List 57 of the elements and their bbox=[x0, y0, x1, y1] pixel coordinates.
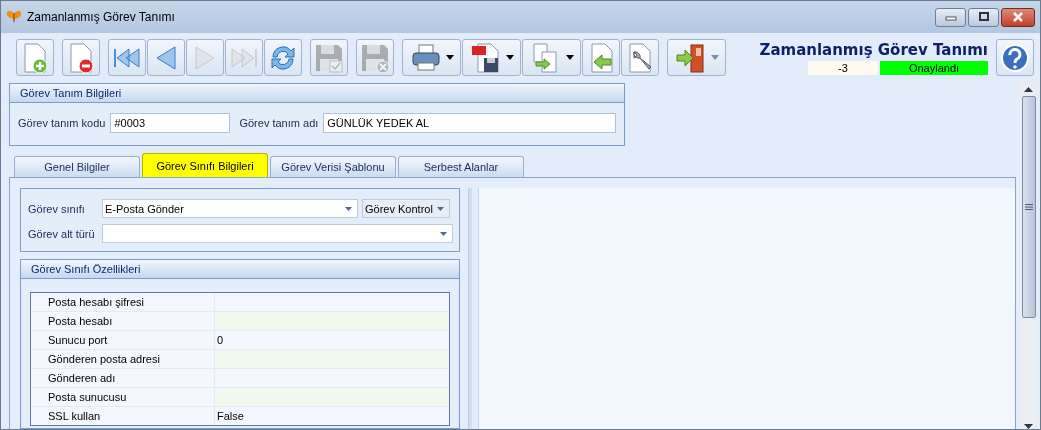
toolbar-button[interactable] bbox=[402, 39, 461, 76]
caret-icon bbox=[440, 231, 447, 236]
printer-icon bbox=[409, 41, 442, 74]
form-title: Zamanlanmış Görev Tanımı bbox=[759, 40, 988, 59]
class-dropdown[interactable]: E-Posta Gönder bbox=[102, 199, 358, 218]
caret-icon bbox=[437, 206, 444, 211]
close-icon bbox=[1012, 12, 1024, 22]
caret-icon bbox=[345, 206, 352, 211]
splitter-handle[interactable] bbox=[468, 188, 472, 429]
toolbar-button[interactable] bbox=[62, 39, 100, 76]
empty-value-cell[interactable] bbox=[215, 350, 449, 368]
status-badge: Onaylandı bbox=[880, 60, 988, 75]
subtype-dropdown[interactable] bbox=[102, 224, 453, 243]
caret-icon bbox=[445, 55, 454, 60]
maximize-icon bbox=[977, 12, 990, 22]
empty-value-cell[interactable] bbox=[215, 312, 449, 330]
property-name: Gönderen adı bbox=[31, 369, 215, 387]
caret-icon bbox=[505, 55, 514, 60]
empty-value-cell[interactable] bbox=[215, 388, 449, 406]
control-dropdown[interactable]: Görev Kontrol bbox=[362, 199, 450, 218]
tab[interactable]: Görev Verisi Şablonu bbox=[270, 156, 396, 177]
property-name: SSL kullan bbox=[31, 407, 215, 425]
minimize-icon bbox=[944, 13, 957, 21]
toolbar-button[interactable] bbox=[462, 39, 521, 76]
butterfly-icon bbox=[6, 9, 22, 25]
scroll-down-icon bbox=[1024, 424, 1033, 429]
help-button[interactable] bbox=[996, 39, 1034, 76]
property-name: Posta hesabı şifresi bbox=[31, 293, 215, 311]
scroll-up-icon bbox=[1024, 87, 1033, 92]
caret-icon bbox=[710, 55, 719, 60]
tab[interactable]: Serbest Alanlar bbox=[398, 156, 524, 177]
close-button[interactable] bbox=[1001, 7, 1035, 27]
maximize-button[interactable] bbox=[968, 7, 999, 27]
vertical-scrollbar[interactable] bbox=[1020, 83, 1037, 429]
panel-title: Görev Sınıfı Özellikleri bbox=[21, 260, 459, 279]
name-field[interactable]: GÜNLÜK YEDEK AL bbox=[323, 113, 616, 133]
toolbar-button[interactable] bbox=[667, 39, 726, 76]
tab[interactable]: Görev Sınıfı Bilgileri bbox=[142, 153, 268, 177]
field-label: Görev alt türü bbox=[28, 227, 96, 240]
scroll-thumb[interactable] bbox=[1021, 96, 1036, 318]
tab[interactable]: Genel Bilgiler bbox=[14, 156, 140, 177]
toolbar-button[interactable] bbox=[264, 39, 302, 76]
pdf-document-icon bbox=[469, 41, 502, 74]
property-value[interactable]: False bbox=[215, 407, 449, 425]
field-label: Görev tanım kodu bbox=[18, 117, 106, 129]
window-title: Zamanlanmış Görev Tanımı bbox=[27, 10, 175, 24]
property-value[interactable]: 0 bbox=[215, 331, 449, 349]
record-number: -3 bbox=[808, 60, 878, 75]
panel-title: Görev Tanım Bilgileri bbox=[10, 84, 624, 103]
toolbar-button[interactable] bbox=[621, 39, 659, 76]
door-arrow-icon bbox=[674, 41, 707, 74]
property-name: Sunucu port bbox=[31, 331, 215, 349]
caret-icon bbox=[565, 55, 574, 60]
field-label: Görev sınıfı bbox=[28, 202, 86, 215]
help-icon bbox=[1000, 42, 1030, 73]
field-label: Görev tanım adı bbox=[239, 117, 319, 129]
code-field[interactable]: #0003 bbox=[110, 113, 231, 133]
